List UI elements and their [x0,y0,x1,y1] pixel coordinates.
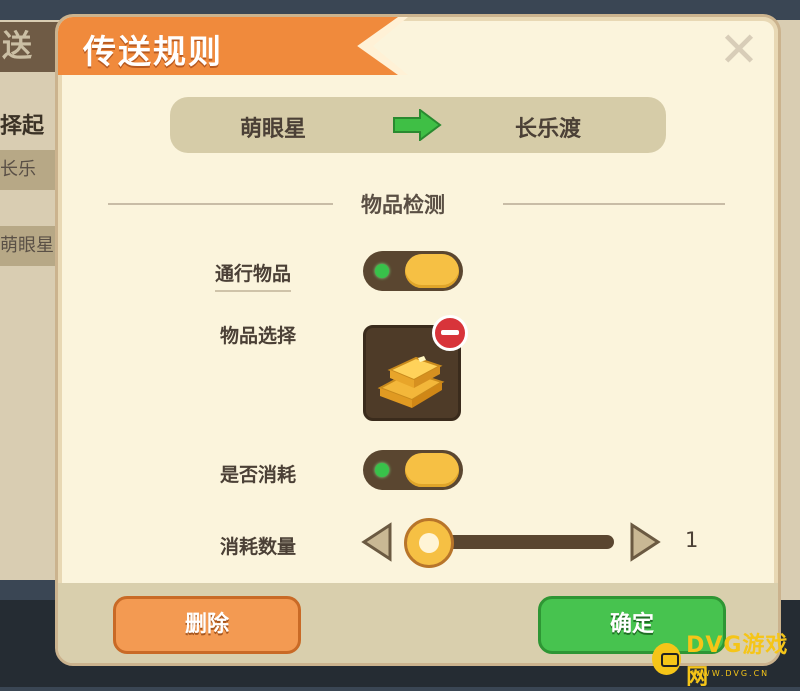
gamepad-icon [652,643,682,675]
toggle-knob [405,254,459,288]
consume-toggle[interactable] [363,450,463,490]
consume-label: 是否消耗 [220,464,297,486]
slider-knob[interactable] [404,518,454,568]
section-divider-right [503,203,725,205]
route-to: 长乐渡 [515,117,582,142]
item-select-label: 物品选择 [220,325,297,347]
section-divider-left [108,203,333,205]
remove-item-icon[interactable] [432,315,468,351]
watermark-text: DVG游戏网 [686,633,789,690]
increase-arrow-icon[interactable] [628,522,662,562]
watermark: DVG游戏网 WWW.DVG.CN [652,633,800,690]
section-title: 物品检测 [361,193,445,217]
background-row-2: 萌眼星 [0,226,56,266]
toggle-knob [405,453,459,487]
transfer-rules-dialog: 传送规则 ✕ 萌眼星 长乐渡 物品检测 通行物品 物品选择 是否消耗 消耗数量 … [55,14,781,666]
consume-count-value: 1 [685,528,699,552]
background-tab: 送 [0,22,60,72]
toggle-on-indicator [375,264,389,278]
decrease-arrow-icon[interactable] [360,522,394,562]
route-from: 萌眼星 [240,117,307,142]
delete-button[interactable]: 删除 [113,596,301,654]
pass-item-toggle[interactable] [363,251,463,291]
background-label: 择起 [0,114,45,139]
close-icon[interactable]: ✕ [716,26,762,74]
green-arrow-right-icon [393,109,442,141]
pass-item-label: 通行物品 [215,259,292,292]
route-bar: 萌眼星 长乐渡 [170,97,666,153]
background-row-1: 长乐 [0,150,56,190]
background-panel-left [0,20,63,580]
consume-count-label: 消耗数量 [220,536,297,558]
toggle-on-indicator [375,463,389,477]
dialog-title: 传送规则 [83,32,223,71]
watermark-sub: WWW.DVG.CN [692,669,770,678]
